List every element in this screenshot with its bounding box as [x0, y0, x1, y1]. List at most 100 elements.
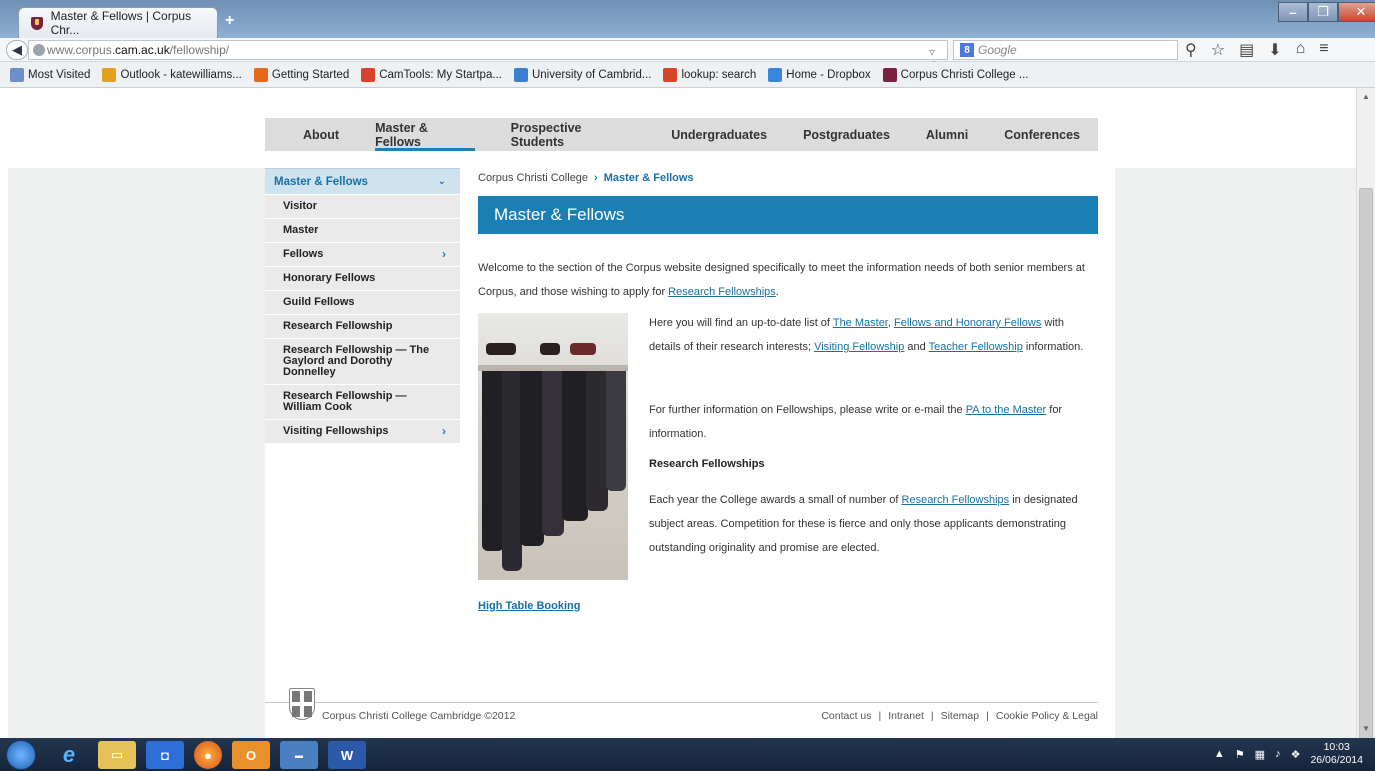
tab-title: Master & Fellows | Corpus Chr...	[50, 9, 192, 37]
volume-icon[interactable]: ♪	[1275, 748, 1281, 760]
home-icon[interactable]: ⌂	[1296, 40, 1306, 60]
nav-item-master-fellows[interactable]: Master & Fellows	[357, 118, 493, 151]
chevron-right-icon: ›	[442, 247, 446, 261]
bookmark-favicon-icon	[361, 67, 376, 82]
outlook-taskbar-icon[interactable]: ◘	[146, 741, 184, 769]
close-window-button[interactable]: ✕	[1338, 2, 1375, 22]
the-master-link[interactable]: The Master	[833, 317, 888, 329]
bookmark-item[interactable]: lookup: search	[663, 67, 756, 82]
bookmark-item[interactable]: University of Cambrid...	[513, 67, 651, 82]
footer-link[interactable]: Contact us	[821, 710, 871, 722]
chevron-right-icon: ›	[442, 424, 446, 438]
download-icon[interactable]: ⬇	[1268, 40, 1281, 60]
corpus-shield-icon	[31, 16, 43, 30]
visiting-fellowship-link[interactable]: Visiting Fellowship	[814, 341, 904, 353]
subnav-item-label: Fellows	[283, 248, 324, 260]
nav-item-about[interactable]: About	[285, 118, 357, 151]
search-icon[interactable]: ⚲	[1185, 40, 1197, 60]
page-scrollbar[interactable]: ▲ ▼	[1356, 88, 1375, 771]
scroll-down-icon[interactable]: ▼	[1362, 724, 1370, 733]
subnav-item[interactable]: Research Fellowship — William Cook	[265, 384, 460, 419]
flag-icon[interactable]: ⚑	[1235, 748, 1245, 761]
subnav-item[interactable]: Research Fellowship	[265, 314, 460, 338]
subnav-item-label: Visitor	[283, 200, 318, 212]
page-title: Master & Fellows	[478, 196, 1098, 234]
bookmark-item[interactable]: CamTools: My Startpa...	[361, 67, 502, 82]
url-domain: cam.ac.uk	[115, 43, 170, 57]
nav-item-prospective-students[interactable]: Prospective Students	[493, 118, 654, 151]
tray-expand-icon[interactable]: ▲	[1214, 748, 1225, 760]
bookmark-favicon-icon	[513, 67, 528, 82]
research-paragraph: Each year the College awards a small of …	[649, 494, 1078, 554]
bookmark-favicon-icon	[102, 67, 117, 82]
research-fellowships-heading: Research Fellowships	[649, 458, 765, 470]
subnav-item-label: Honorary Fellows	[283, 272, 376, 284]
google-icon: 8	[960, 43, 974, 57]
firefox-icon[interactable]: ●	[194, 741, 222, 769]
search-bar[interactable]: 8 Google	[953, 40, 1178, 60]
research-fellowships-link-2[interactable]: Research Fellowships	[902, 494, 1010, 506]
nav-item-undergraduates[interactable]: Undergraduates	[653, 118, 785, 151]
bookmark-item[interactable]: Corpus Christi College ...	[882, 67, 1029, 82]
bookmark-item[interactable]: Most Visited	[10, 67, 90, 82]
media-app-icon[interactable]: ▬	[280, 741, 318, 769]
subnav-item-label: Research Fellowship — The Gaylord and Do…	[283, 344, 430, 378]
fellows-honorary-link[interactable]: Fellows and Honorary Fellows	[894, 317, 1041, 329]
outlook-icon[interactable]: O	[232, 741, 270, 769]
bookmark-label: Corpus Christi College ...	[900, 68, 1029, 81]
left-gutter	[8, 168, 265, 738]
browser-navbar: ◀ www.corpus.cam.ac.uk/fellowship/ ▿ C 8…	[0, 38, 1375, 73]
network-icon[interactable]: ▦	[1255, 748, 1265, 761]
internet-explorer-icon[interactable]: e	[50, 741, 88, 769]
teacher-fellowship-link[interactable]: Teacher Fellowship	[929, 341, 1023, 353]
minimize-button[interactable]: –	[1278, 2, 1308, 22]
windows-taskbar: e ▭ ◘ ● O ▬ W ▲ ⚑ ▦ ♪ ❖ 10:03 26/06/2014	[0, 738, 1375, 771]
subnav-item[interactable]: Guild Fellows	[265, 290, 460, 314]
breadcrumb-current: Master & Fellows	[603, 172, 694, 184]
web-page: About Master & Fellows Prospective Student…	[0, 88, 1356, 738]
research-fellowships-link[interactable]: Research Fellowships	[668, 286, 776, 298]
footer: Corpus Christi College Cambridge ©2012 C…	[265, 688, 1098, 733]
word-icon[interactable]: W	[328, 741, 366, 769]
file-explorer-icon[interactable]: ▭	[98, 741, 136, 769]
footer-link[interactable]: Cookie Policy & Legal	[996, 710, 1098, 722]
browser-tab[interactable]: Master & Fellows | Corpus Chr...	[18, 7, 218, 38]
bookmark-favicon-icon	[663, 67, 678, 82]
scroll-up-icon[interactable]: ▲	[1362, 92, 1370, 101]
footer-link[interactable]: Intranet	[888, 710, 924, 722]
bookmark-item[interactable]: Getting Started	[253, 67, 349, 82]
footer-link[interactable]: Sitemap	[941, 710, 980, 722]
subnav-item[interactable]: Research Fellowship — The Gaylord and Do…	[265, 338, 460, 384]
maximize-button[interactable]: ❐	[1308, 2, 1338, 22]
nav-item-conferences[interactable]: Conferences	[986, 118, 1098, 151]
subnav-item-label: Research Fellowship — William Cook	[283, 390, 407, 413]
breadcrumb-root[interactable]: Corpus Christi College	[478, 172, 588, 184]
bookmark-item[interactable]: Home - Dropbox	[768, 67, 871, 82]
back-button[interactable]: ◀	[6, 40, 28, 60]
subnav-item[interactable]: Master	[265, 218, 460, 242]
reading-list-icon[interactable]: ▤	[1239, 40, 1254, 60]
footer-separator: |	[878, 710, 882, 722]
footer-separator: |	[930, 710, 934, 722]
subnav-item[interactable]: Visitor	[265, 194, 460, 218]
subnav-heading-label: Master & Fellows	[274, 175, 368, 188]
nav-item-alumni[interactable]: Alumni	[908, 118, 986, 151]
subnav-item[interactable]: Visiting Fellowships ›	[265, 419, 460, 443]
scrollbar-thumb[interactable]	[1359, 188, 1373, 771]
high-table-booking-link[interactable]: High Table Booking	[478, 600, 580, 612]
start-button[interactable]	[6, 740, 36, 770]
bookmark-star-icon[interactable]: ☆	[1211, 40, 1225, 60]
subnav-item-label: Visiting Fellowships	[283, 425, 389, 437]
menu-icon[interactable]: ≡	[1319, 40, 1328, 60]
dropbox-tray-icon[interactable]: ❖	[1291, 748, 1301, 761]
bookmark-item[interactable]: Outlook - katewilliams...	[102, 67, 242, 82]
address-bar[interactable]: www.corpus.cam.ac.uk/fellowship/ ▿ C	[28, 40, 948, 73]
clock[interactable]: 10:03 26/06/2014	[1310, 741, 1363, 767]
nav-item-postgraduates[interactable]: Postgraduates	[785, 118, 908, 151]
subnav-item[interactable]: Honorary Fellows	[265, 266, 460, 290]
bookmark-favicon-icon	[882, 67, 897, 82]
pa-to-master-link[interactable]: PA to the Master	[966, 404, 1047, 416]
subnav-heading[interactable]: Master & Fellows ⌄	[265, 168, 460, 194]
subnav-item[interactable]: Fellows ›	[265, 242, 460, 266]
new-tab-button[interactable]: +	[225, 12, 234, 30]
